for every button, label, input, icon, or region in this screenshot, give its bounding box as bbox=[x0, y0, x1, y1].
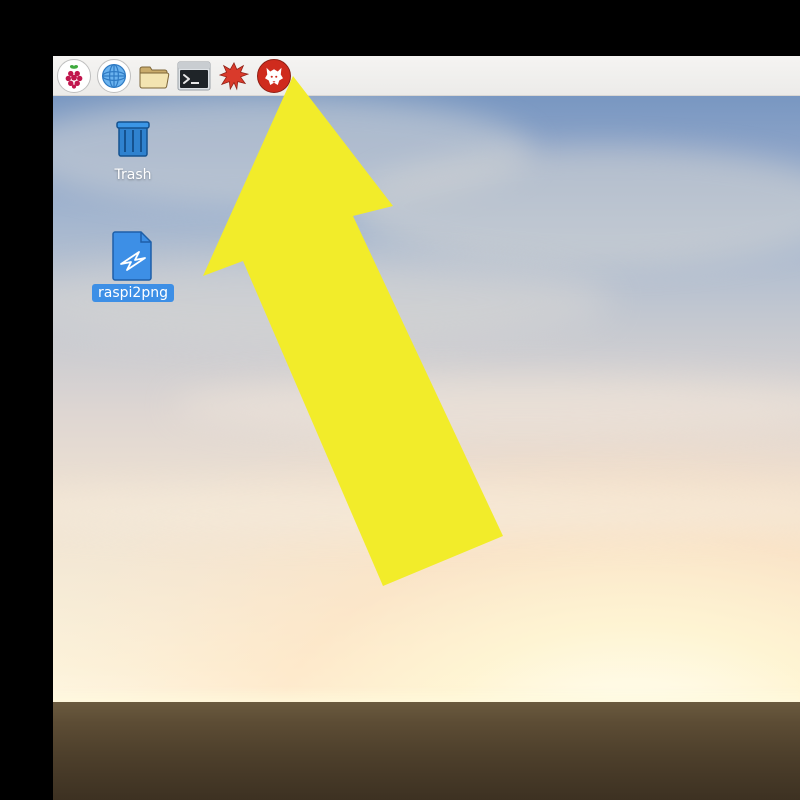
desktop-icon-label: Trash bbox=[109, 166, 158, 184]
cloud-decoration bbox=[353, 146, 800, 266]
wolf-icon bbox=[262, 64, 286, 88]
trash-desktop-icon[interactable]: Trash bbox=[88, 114, 178, 184]
folder-icon bbox=[137, 61, 171, 91]
ground bbox=[53, 702, 800, 800]
desktop-viewport: Trash raspi2png bbox=[53, 56, 800, 800]
web-browser-launcher[interactable] bbox=[97, 59, 131, 93]
terminal-launcher[interactable] bbox=[177, 59, 211, 93]
raspberry-icon bbox=[61, 63, 87, 89]
spiky-icon bbox=[219, 61, 249, 91]
mathematica-launcher[interactable] bbox=[217, 59, 251, 93]
terminal-icon bbox=[177, 61, 211, 91]
cloud-decoration bbox=[53, 486, 800, 536]
globe-icon bbox=[100, 62, 128, 90]
wolfram-launcher[interactable] bbox=[257, 59, 291, 93]
desktop-icon-label: raspi2png bbox=[92, 284, 174, 302]
file-manager-launcher[interactable] bbox=[137, 59, 171, 93]
script-file-icon bbox=[109, 232, 157, 280]
raspi2png-desktop-icon[interactable]: raspi2png bbox=[88, 232, 178, 302]
app-menu-button[interactable] bbox=[57, 59, 91, 93]
cloud-decoration bbox=[173, 376, 800, 436]
trash-icon bbox=[109, 114, 157, 162]
taskbar bbox=[53, 56, 800, 96]
